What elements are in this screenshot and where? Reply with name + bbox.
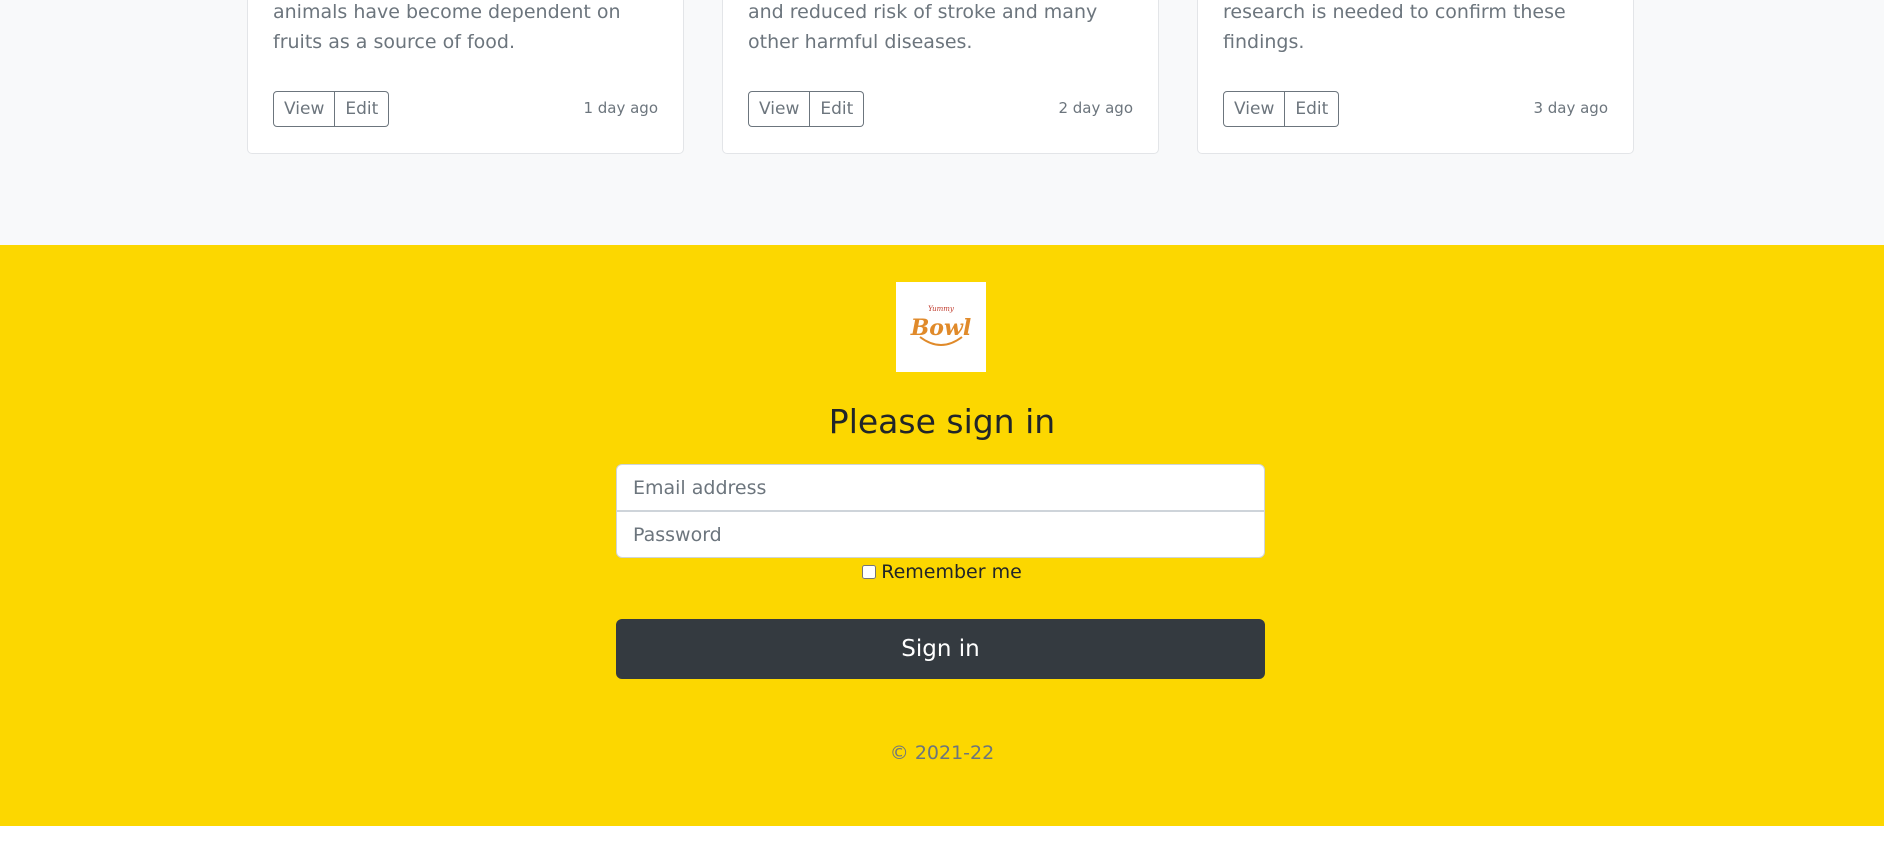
card-text: content of bananas. However, more resear… [1223,1,1566,53]
password-field[interactable] [616,511,1265,558]
bowl-logo-icon: Yummy Bowl [910,305,972,346]
card-timestamp: 1 day ago [583,99,658,117]
sign-in-button[interactable]: Sign in [616,619,1265,679]
email-field[interactable] [616,464,1265,511]
card-timestamp: 2 day ago [1058,99,1133,117]
card-button-group: View Edit [273,91,390,127]
remember-me-label: Remember me [881,561,1022,583]
svg-text:Yummy: Yummy [928,305,955,313]
post-card: content of bananas. However, more resear… [1197,0,1634,154]
card-timestamp: 3 day ago [1533,99,1608,117]
card-text: benefits, including improved gut health … [748,1,1098,53]
view-button[interactable]: View [1223,91,1286,127]
cards-section: and nutrition. In fact, humans and many … [0,0,1884,245]
svg-text:Bowl: Bowl [910,315,972,341]
card-text: and nutrition. In fact, humans and many … [273,1,621,53]
view-button[interactable]: View [748,91,811,127]
signin-heading: Please sign in [828,402,1056,441]
post-card: benefits, including improved gut health … [722,0,1159,154]
view-button[interactable]: View [273,91,336,127]
card-button-group: View Edit [748,91,865,127]
card-button-group: View Edit [1223,91,1340,127]
edit-button[interactable]: Edit [335,91,390,127]
remember-me: Remember me [0,561,1884,583]
post-card: and nutrition. In fact, humans and many … [247,0,684,154]
edit-button[interactable]: Edit [810,91,865,127]
signin-footer: Yummy Bowl Please sign in Remember me Si… [0,245,1884,826]
copyright-text: © 2021-22 [889,742,995,764]
edit-button[interactable]: Edit [1285,91,1340,127]
brand-logo: Yummy Bowl [896,282,986,372]
remember-me-checkbox[interactable] [862,565,877,579]
